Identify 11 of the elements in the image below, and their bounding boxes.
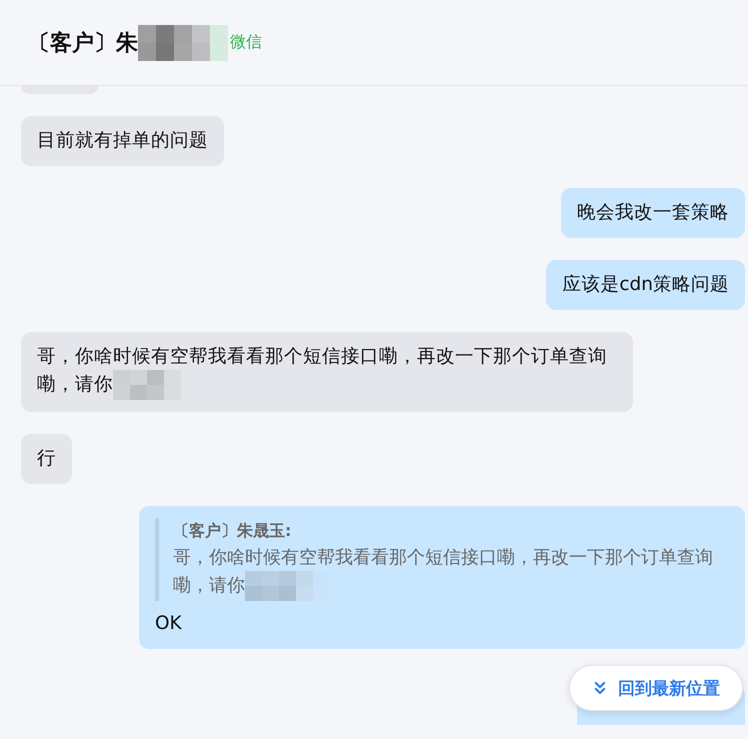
message-bubble: 晚会我改一套策略	[561, 188, 745, 238]
quote-text: 哥，你啥时候有空帮我看看那个短信接口嘞，再改一下那个订单查询嘞，请你	[173, 544, 729, 601]
jump-to-latest-button[interactable]: 回到最新位置	[569, 665, 743, 711]
message-bubble: 目前就有掉单的问题	[21, 116, 224, 166]
message-bubble: 行	[21, 434, 72, 484]
message-bubble: 应该是cdn策略问题	[546, 260, 745, 310]
quote-author: 〔客户〕朱晟玉:	[173, 520, 292, 542]
reply-text: OK	[155, 612, 183, 636]
message-bubble: 哥，你啥时候有空帮我看看那个短信接口嘞，再改一下那个订单查询嘞，请你	[21, 332, 633, 412]
chat-title: 〔客户〕朱	[28, 30, 138, 58]
channel-label: 微信	[230, 32, 262, 53]
